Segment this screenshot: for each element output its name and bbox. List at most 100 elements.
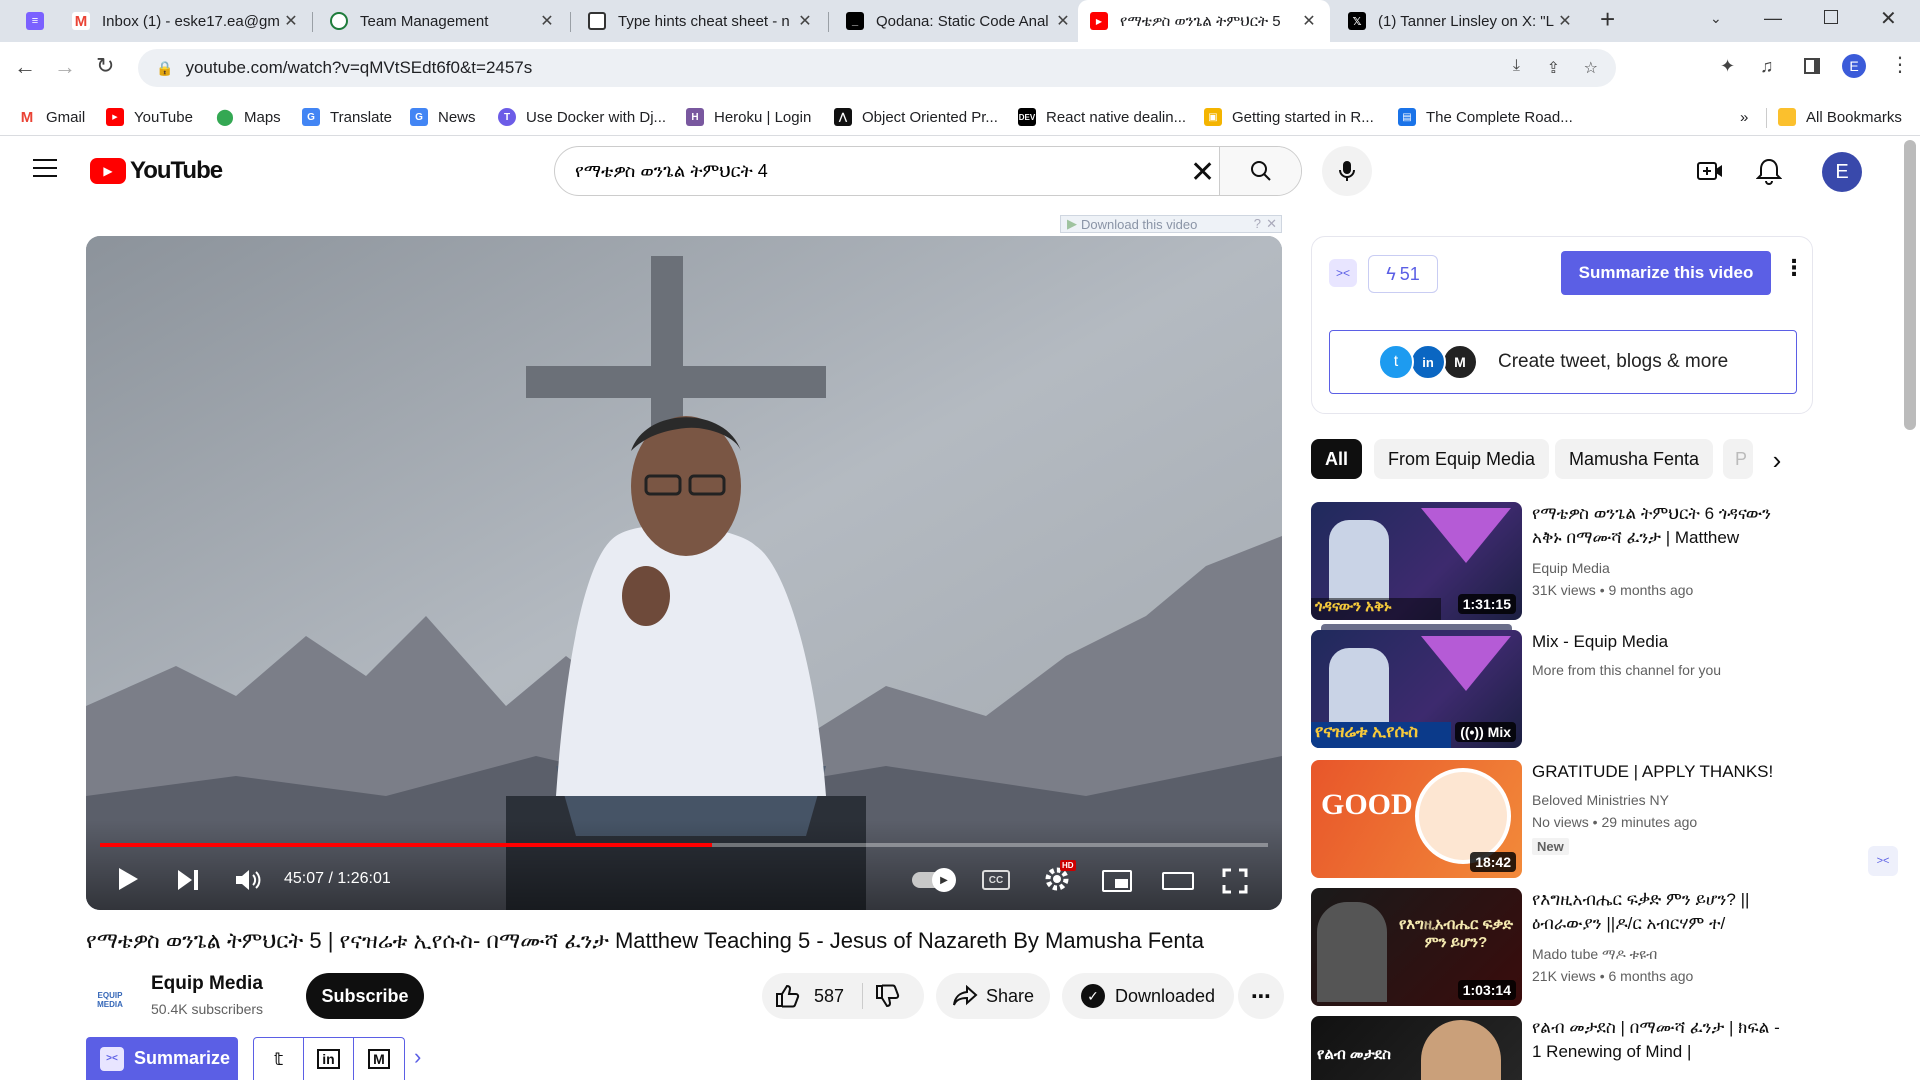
help-icon[interactable]: ?	[1254, 216, 1261, 231]
recommendation-item[interactable]: የእግዚአብሔር ፍቃድ ምን ይሆን? 1:03:14 የእግዚአብሔር ፍቃ…	[1311, 888, 1791, 1006]
search-input[interactable]	[555, 147, 1185, 195]
notifications-button[interactable]	[1755, 157, 1783, 190]
bookmark-getting-started[interactable]: ▣ Getting started in R...	[1204, 104, 1374, 130]
close-icon[interactable]: ✕	[1266, 216, 1277, 232]
recommendation-item[interactable]: ጎዳናውን አቅኑ 1:31:15 የማቴዎስ ወንጌል ትምህርት 6 ጎዳና…	[1311, 502, 1791, 620]
medium-button[interactable]: M	[354, 1038, 404, 1080]
create-video-button[interactable]	[1696, 159, 1724, 188]
autoplay-toggle[interactable]: ▶	[912, 868, 956, 892]
star-icon[interactable]: ☆	[1584, 58, 1598, 78]
account-avatar[interactable]: E	[1822, 152, 1862, 192]
install-app-icon[interactable]: ⤓	[1513, 57, 1520, 75]
bookmark-translate[interactable]: G Translate	[302, 104, 392, 130]
close-icon[interactable]: ✕	[1054, 11, 1072, 31]
linkedin-button[interactable]: in	[304, 1038, 354, 1080]
chip-all[interactable]: All	[1311, 439, 1363, 479]
terminal-icon: _	[846, 12, 864, 30]
panel-menu-icon[interactable]: ⋮	[1783, 255, 1805, 281]
tab-type-hints[interactable]: Type hints cheat sheet - n ✕	[576, 0, 826, 42]
bookmark-news[interactable]: G News	[410, 104, 476, 130]
downloaded-button[interactable]: ✓ Downloaded	[1062, 973, 1234, 1019]
like-button[interactable]: 587	[762, 973, 862, 1019]
channel-name[interactable]: Equip Media	[151, 973, 263, 995]
extensions-puzzle-icon[interactable]: ✦	[1720, 56, 1735, 77]
bookmark-react-native[interactable]: DEV React native dealin...	[1018, 104, 1186, 130]
subscribe-button[interactable]: Subscribe	[306, 973, 424, 1019]
youtube-logo[interactable]: ▶ YouTube	[90, 157, 223, 185]
new-tab-button[interactable]: +	[1600, 4, 1615, 35]
floating-extension-icon[interactable]: ><	[1868, 846, 1898, 876]
fullscreen-button[interactable]	[1222, 868, 1248, 899]
chip-mamusha-fenta[interactable]: Mamusha Fenta	[1555, 439, 1714, 479]
page-scrollbar-thumb[interactable]	[1904, 140, 1916, 430]
bookmark-maps[interactable]: ⬤ Maps	[216, 104, 281, 130]
bookmark-gmail[interactable]: M Gmail	[18, 104, 85, 130]
chip-more[interactable]: P	[1723, 439, 1753, 479]
browser-menu-icon[interactable]: ⋮	[1890, 52, 1910, 77]
recommendation-item[interactable]: የልብ መታደስ የልብ መታደስ | በማሙሻ ፈንታ | ክፍል - 1 R…	[1311, 1016, 1791, 1080]
voice-search-button[interactable]	[1322, 146, 1372, 196]
recommendation-item[interactable]: GOOD 18:42 GRATITUDE | APPLY THANKS! Bel…	[1311, 760, 1791, 878]
minimize-button[interactable]: —	[1764, 8, 1782, 29]
youtube-icon: ▶	[106, 108, 124, 126]
reload-icon[interactable]: ↻	[96, 53, 114, 79]
clear-search-icon[interactable]: ✕	[1190, 155, 1215, 190]
channel-logo[interactable]: EQUIP MEDIA	[86, 976, 134, 1024]
miniplayer-button[interactable]	[1102, 870, 1132, 892]
tab-x-tanner[interactable]: 𝕏 (1) Tanner Linsley on X: "L ✕	[1336, 0, 1586, 42]
bookmark-docker[interactable]: T Use Docker with Dj...	[498, 104, 666, 130]
tab-youtube-active[interactable]: ▶ የማቴዎስ ወንጌል ትምህርት 5 ✕	[1078, 0, 1330, 42]
media-controls-icon[interactable]: ♫	[1760, 56, 1774, 77]
maximize-button[interactable]	[1824, 10, 1838, 24]
tab-team-management[interactable]: Team Management ✕	[318, 0, 568, 42]
bookmark-complete-road[interactable]: ▤ The Complete Road...	[1398, 104, 1573, 130]
tab-pinned[interactable]: ≡	[14, 0, 56, 42]
theater-mode-button[interactable]	[1162, 872, 1194, 890]
video-player[interactable]: 45:07 / 1:26:01 ▶ CC HD	[86, 236, 1282, 910]
more-actions-button[interactable]: ⋯	[1238, 973, 1284, 1019]
bookmark-youtube[interactable]: ▶ YouTube	[106, 104, 193, 130]
twitter-button[interactable]: 𝕥	[254, 1038, 304, 1080]
captions-button[interactable]: CC	[982, 870, 1010, 890]
share-page-icon[interactable]: ⇪	[1547, 58, 1560, 78]
dislike-button[interactable]	[874, 983, 900, 1014]
summarize-video-button[interactable]: Summarize this video	[1561, 251, 1771, 295]
close-icon[interactable]: ✕	[538, 11, 556, 31]
settings-button[interactable]: HD	[1042, 860, 1076, 899]
credits-button[interactable]: ϟ 51	[1368, 255, 1438, 293]
search-button[interactable]	[1219, 147, 1301, 195]
bookmarks-overflow-button[interactable]: »	[1740, 104, 1748, 130]
mute-button[interactable]	[234, 868, 262, 897]
back-arrow-icon[interactable]: ←	[14, 54, 36, 80]
recommendation-channel: More from this channel for you	[1532, 662, 1722, 678]
chips-next-button[interactable]: ›	[1755, 440, 1799, 480]
tab-qodana[interactable]: _ Qodana: Static Code Anal ✕	[834, 0, 1084, 42]
close-window-button[interactable]: ✕	[1880, 6, 1897, 31]
summarize-button[interactable]: >< Summarize	[86, 1037, 238, 1080]
forward-arrow-icon[interactable]: →	[54, 54, 76, 80]
play-button[interactable]	[116, 866, 140, 899]
address-bar[interactable]: 🔒 youtube.com/watch?v=qMVtSEdt6f0&t=2457…	[138, 49, 1616, 87]
create-content-button[interactable]: t in M Create tweet, blogs & more	[1329, 330, 1797, 394]
recommendation-item[interactable]: የናዝሬቱ ኢየሱስ ((•)) Mix Mix - Equip Media M…	[1311, 624, 1791, 748]
duration-badge: 1:31:15	[1457, 594, 1516, 614]
download-video-bar[interactable]: ▶ Download this video ? ✕	[1060, 215, 1282, 233]
close-icon[interactable]: ✕	[282, 11, 300, 31]
close-icon[interactable]: ✕	[1556, 11, 1574, 31]
close-icon[interactable]: ✕	[796, 11, 814, 31]
hamburger-menu-icon[interactable]	[33, 159, 57, 177]
chip-from-equip-media[interactable]: From Equip Media	[1374, 439, 1550, 479]
next-button[interactable]	[176, 868, 200, 897]
chevron-right-icon[interactable]: ›	[414, 1044, 421, 1070]
bookmark-heroku[interactable]: H Heroku | Login	[686, 104, 811, 130]
tab-search-chevron-icon[interactable]: ⌄	[1710, 10, 1722, 27]
close-icon[interactable]: ✕	[1300, 11, 1318, 31]
side-panel-icon[interactable]	[1804, 58, 1820, 74]
profile-avatar[interactable]: E	[1842, 54, 1866, 78]
box-icon: ▣	[1204, 108, 1222, 126]
progress-bar[interactable]	[100, 843, 1268, 847]
all-bookmarks-button[interactable]: All Bookmarks	[1778, 104, 1902, 130]
tab-gmail[interactable]: M Inbox (1) - eske17.ea@gm ✕	[60, 0, 312, 42]
bookmark-oop[interactable]: ⋀ Object Oriented Pr...	[834, 104, 998, 130]
share-button[interactable]: Share	[936, 973, 1050, 1019]
